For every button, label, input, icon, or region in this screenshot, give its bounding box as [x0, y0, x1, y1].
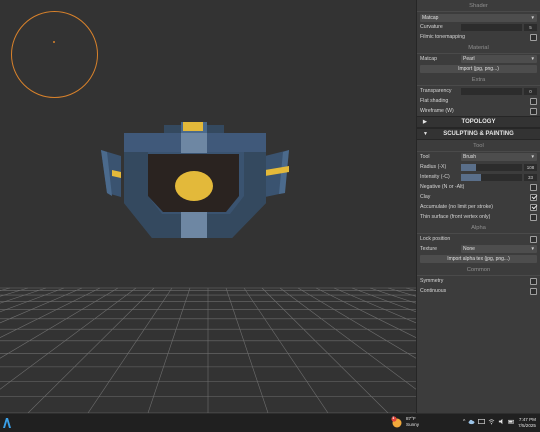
- 3d-viewport[interactable]: [0, 0, 416, 413]
- sculpting-fold-header[interactable]: ▼ SCULPTING & PAINTING: [417, 128, 540, 140]
- symmetry-label: Symmetry: [420, 278, 444, 284]
- wireframe-label: Wireframe (W): [420, 108, 454, 114]
- curvature-slider[interactable]: 5: [461, 23, 537, 31]
- transparency-slider[interactable]: 0: [461, 87, 537, 95]
- clay-label: Clay: [420, 194, 431, 200]
- flat-shading-label: Flat shading: [420, 98, 449, 104]
- accumulate-label: Accumulate (no limit per stroke): [420, 204, 493, 210]
- brush-radius-cursor: [11, 11, 98, 98]
- transparency-label: Transparency: [420, 88, 452, 94]
- transparency-value[interactable]: 0: [524, 87, 537, 95]
- shader-section-title: Shader: [417, 0, 540, 12]
- intensity-label: Intensity (-C): [420, 174, 450, 180]
- matcap-select[interactable]: Pearl ▼: [461, 55, 537, 63]
- radius-value[interactable]: 108: [524, 163, 537, 171]
- topology-title: TOPOLOGY: [461, 119, 496, 125]
- taskbar: 1 87°F Sunny ^ 7:47 PM 7/5/2025: [0, 413, 540, 432]
- chevron-down-icon: ▼: [530, 154, 535, 159]
- sun-icon: 1: [391, 416, 403, 428]
- shader-select[interactable]: Matcap ▼: [420, 14, 537, 22]
- volume-icon[interactable]: [498, 418, 505, 425]
- tool-section-title: Tool: [417, 140, 540, 152]
- radius-label: Radius (-X): [420, 164, 447, 170]
- clock-date: 7/5/2025: [518, 423, 536, 428]
- chevron-down-icon: ▼: [530, 15, 535, 20]
- side-panel: Shader Matcap ▼ Curvature 5 Filmic tonem…: [416, 0, 540, 413]
- extra-section-title: Extra: [417, 74, 540, 86]
- system-tray: ^: [463, 418, 515, 425]
- lock-position-label: Lock position: [420, 236, 451, 242]
- alpha-section-title: Alpha: [417, 222, 540, 234]
- matcap-select-value: Pearl: [463, 56, 475, 62]
- thin-surface-checkbox[interactable]: [530, 213, 537, 221]
- cloud-icon[interactable]: [468, 418, 475, 425]
- curvature-label: Curvature: [420, 24, 443, 30]
- language-icon[interactable]: [478, 418, 486, 425]
- texture-label: Texture: [420, 246, 438, 252]
- start-icon[interactable]: [2, 417, 12, 429]
- matcap-label: Matcap: [420, 56, 438, 62]
- lock-position-checkbox[interactable]: [530, 235, 537, 243]
- clock[interactable]: 7:47 PM 7/5/2025: [510, 417, 536, 429]
- topology-fold-header[interactable]: ▶ TOPOLOGY: [417, 116, 540, 128]
- negative-checkbox[interactable]: [530, 183, 537, 191]
- intensity-slider-fill: [461, 173, 482, 181]
- thin-surface-label: Thin surface (front vertex only): [420, 214, 491, 220]
- chevron-up-icon[interactable]: ^: [463, 419, 465, 425]
- intensity-value[interactable]: 33: [524, 173, 537, 181]
- material-section-title: Material: [417, 42, 540, 54]
- caret-right-icon: ▶: [423, 119, 427, 125]
- radius-slider[interactable]: 108: [461, 163, 537, 171]
- chevron-down-icon: ▼: [530, 246, 535, 251]
- intensity-slider[interactable]: 33: [461, 173, 537, 181]
- texture-select-value: None: [463, 246, 475, 252]
- wifi-icon[interactable]: [488, 418, 495, 425]
- shader-select-value: Matcap: [422, 15, 439, 21]
- flat-shading-checkbox[interactable]: [530, 97, 537, 105]
- chevron-down-icon: ▼: [530, 56, 535, 61]
- continuous-label: Continuous: [420, 288, 447, 294]
- brush-center-dot: [53, 41, 55, 43]
- filmic-label: Filmic tonemapping: [420, 34, 465, 40]
- common-section-title: Common: [417, 264, 540, 276]
- wireframe-checkbox[interactable]: [530, 107, 537, 115]
- sculpting-title: SCULPTING & PAINTING: [443, 131, 514, 137]
- weather-badge: 1: [392, 416, 395, 421]
- continuous-checkbox[interactable]: [530, 287, 537, 295]
- import-matcap-button[interactable]: Import (jpg, png...): [420, 65, 537, 73]
- texture-select[interactable]: None ▼: [461, 245, 537, 253]
- symmetry-checkbox[interactable]: [530, 277, 537, 285]
- tool-select-value: Brush: [463, 154, 477, 160]
- curvature-value[interactable]: 5: [524, 23, 537, 31]
- radius-slider-fill: [461, 163, 477, 171]
- tool-label: Tool: [420, 154, 430, 160]
- accumulate-checkbox[interactable]: [530, 203, 537, 211]
- weather-condition: Sunny: [406, 422, 420, 427]
- caret-down-icon: ▼: [423, 131, 428, 137]
- import-alpha-button[interactable]: Import alpha tex (jpg, png...): [420, 255, 537, 263]
- negative-label: Negative (N or -Alt): [420, 184, 465, 190]
- weather-widget[interactable]: 1 87°F Sunny: [391, 416, 419, 428]
- filmic-checkbox[interactable]: [530, 33, 537, 41]
- tool-select[interactable]: Brush ▼: [461, 153, 537, 161]
- clay-checkbox[interactable]: [530, 193, 537, 201]
